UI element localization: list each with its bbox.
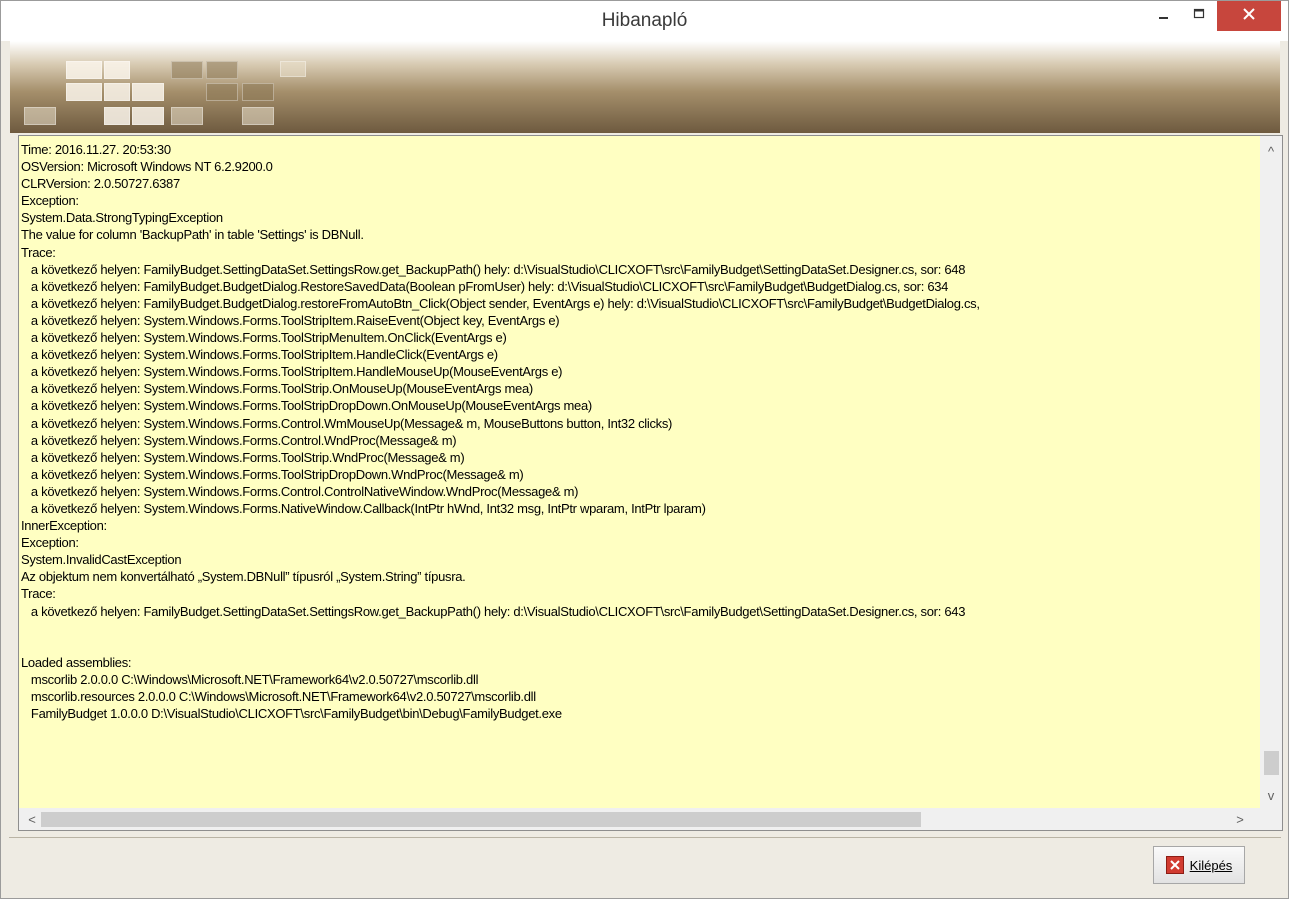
- title-bar[interactable]: Hibanapló: [1, 1, 1288, 41]
- log-line: a következő helyen: System.Windows.Forms…: [21, 449, 465, 465]
- log-line: a következő helyen: System.Windows.Forms…: [21, 483, 579, 499]
- log-line: a következő helyen: FamilyBudget.Setting…: [21, 603, 966, 619]
- maximize-icon: [1193, 7, 1205, 25]
- log-line: a következő helyen: System.Windows.Forms…: [21, 330, 507, 346]
- close-button[interactable]: [1217, 1, 1281, 31]
- log-line: System.InvalidCastException: [21, 552, 182, 568]
- header-banner: [10, 41, 1280, 133]
- log-line: a következő helyen: System.Windows.Forms…: [21, 364, 563, 380]
- log-line: a következő helyen: FamilyBudget.BudgetD…: [21, 295, 980, 311]
- vertical-scrollbar[interactable]: ^ v: [1260, 136, 1282, 808]
- window-title: Hibanapló: [601, 10, 688, 31]
- log-line: a következő helyen: FamilyBudget.Setting…: [21, 261, 966, 277]
- footer-separator: [9, 837, 1281, 838]
- log-line: Exception:: [21, 535, 79, 551]
- log-line: OSVersion: Microsoft Windows NT 6.2.9200…: [21, 159, 273, 175]
- error-log-window: Hibanapló Time: 2016.11.27. 20:53:30 OSV…: [0, 0, 1289, 899]
- scroll-down-icon[interactable]: v: [1262, 786, 1280, 804]
- log-line: a következő helyen: System.Windows.Forms…: [21, 398, 592, 414]
- scroll-up-icon[interactable]: ^: [1262, 142, 1280, 160]
- log-line: mscorlib.resources 2.0.0.0 C:\Windows\Mi…: [21, 689, 536, 704]
- minimize-icon: [1158, 7, 1170, 25]
- log-line: System.Data.StrongTypingException: [21, 210, 223, 226]
- scroll-left-icon[interactable]: <: [23, 810, 41, 828]
- log-line: CLRVersion: 2.0.50727.6387: [21, 176, 180, 192]
- log-line: a következő helyen: System.Windows.Forms…: [21, 432, 457, 448]
- scroll-right-icon[interactable]: >: [1231, 810, 1249, 828]
- minimize-button[interactable]: [1147, 1, 1181, 31]
- exit-x-icon: [1165, 856, 1184, 874]
- close-icon: [1243, 7, 1255, 25]
- log-line: mscorlib 2.0.0.0 C:\Windows\Microsoft.NE…: [21, 671, 479, 687]
- exit-button-text: Kilépés: [1189, 857, 1233, 873]
- exit-button-label: Kilépés: [1190, 858, 1233, 873]
- log-line: The value for column 'BackupPath' in tab…: [21, 227, 364, 243]
- error-log-text[interactable]: Time: 2016.11.27. 20:53:30 OSVersion: Mic…: [21, 141, 1254, 807]
- log-line: a következő helyen: System.Windows.Forms…: [21, 347, 498, 363]
- log-line: a következő helyen: System.Windows.Forms…: [21, 381, 533, 397]
- log-line: Time: 2016.11.27. 20:53:30: [21, 142, 171, 157]
- horizontal-scroll-thumb[interactable]: [41, 812, 921, 827]
- log-line: Trace:: [21, 244, 56, 260]
- log-line: a következő helyen: System.Windows.Forms…: [21, 415, 673, 431]
- log-line: Exception:: [21, 193, 79, 209]
- exit-button[interactable]: Kilépés: [1153, 846, 1245, 884]
- log-line: a következő helyen: System.Windows.Forms…: [21, 500, 706, 516]
- scrollbar-corner: [1260, 808, 1282, 830]
- log-line: a következő helyen: FamilyBudget.BudgetD…: [21, 278, 949, 294]
- maximize-button[interactable]: [1182, 1, 1216, 31]
- log-line: a következő helyen: System.Windows.Forms…: [21, 312, 560, 328]
- log-line: Trace:: [21, 586, 56, 602]
- log-line: FamilyBudget 1.0.0.0 D:\VisualStudio\CLI…: [21, 706, 562, 722]
- horizontal-scrollbar[interactable]: < >: [19, 808, 1282, 830]
- vertical-scroll-thumb[interactable]: [1264, 751, 1279, 775]
- error-log-textbox[interactable]: Time: 2016.11.27. 20:53:30 OSVersion: Mic…: [18, 135, 1283, 831]
- log-line: Az objektum nem konvertálható „System.DB…: [21, 569, 466, 585]
- log-line: Loaded assemblies:: [21, 654, 132, 670]
- log-line: a következő helyen: System.Windows.Forms…: [21, 466, 524, 482]
- log-line: InnerException:: [21, 518, 107, 534]
